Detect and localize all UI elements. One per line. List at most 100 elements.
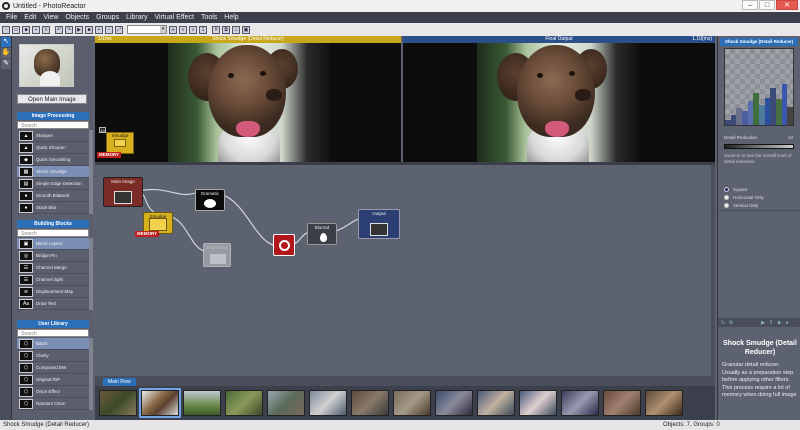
pen-tool-icon[interactable]: ✎ [1,59,11,69]
list-item[interactable]: ▤ Simple Edge Detection [17,178,89,190]
redo-icon[interactable]: ↷ [65,25,73,34]
undo-icon[interactable]: ↶ [55,25,63,34]
group-icon[interactable]: ⧉ [222,25,230,34]
user-library-search[interactable]: Search [17,329,89,337]
pause-icon[interactable]: ‖ [768,320,774,326]
pointer-tool-icon[interactable]: ↖ [1,37,11,47]
list-item[interactable]: ⬡ Batch [17,338,89,350]
image-processing-scrollbar[interactable] [89,130,93,214]
menu-objects[interactable]: Objects [65,14,89,21]
blurred-node[interactable]: Blurred [307,223,337,245]
menu-virtual-effect[interactable]: Virtual Effect [155,14,194,21]
filmstrip-thumb[interactable] [183,390,221,416]
tab-main-flow[interactable]: Main Flow [103,378,136,386]
main-image-thumbnail[interactable] [19,44,74,87]
radio-vertical[interactable]: Vertical Only [724,203,758,208]
list-item[interactable]: ▲ Quick Sharpen [17,142,89,154]
filmstrip-thumb[interactable] [519,390,557,416]
list-item[interactable]: ▲ Sharpen [17,130,89,142]
zoom-out-icon[interactable]: − [105,25,113,34]
filmstrip-thumb[interactable] [309,390,347,416]
list-item[interactable]: ◎ Bridge Pin [17,250,89,262]
flow-graph[interactable]: Main Image Smudge MEMORY Dramatic Bright… [95,162,715,376]
hand-tool-icon[interactable]: ✋ [1,48,11,58]
main-image-node[interactable]: Main Image [103,177,143,207]
pin-icon[interactable]: ⊥ [232,25,240,34]
building-blocks-header[interactable]: Building Blocks [17,220,89,228]
minimize-button[interactable]: – [742,0,758,10]
filmstrip-thumb[interactable] [393,390,431,416]
preview-pane-right[interactable]: Final Output 1.10(ms) [403,36,715,162]
filmstrip-thumb[interactable] [99,390,137,416]
radio-horizontal[interactable]: Horizontal Only [724,195,764,200]
find-next-icon[interactable]: » [179,25,187,34]
refresh-icon[interactable]: ↻ [720,320,726,326]
filmstrip-thumb[interactable] [351,390,389,416]
menu-view[interactable]: View [43,14,58,21]
image-processing-search[interactable]: Search [17,121,89,129]
preview-pane-left[interactable]: 1/1ms Shock Smudge (Detail Reducer) Smud… [95,36,401,162]
filmstrip-thumb[interactable] [267,390,305,416]
zoom-region-icon[interactable]: ⌕ [189,25,197,34]
list-item[interactable]: ▣ Blend Layers [17,238,89,250]
open-main-image-button[interactable]: Open Main Image [17,94,87,104]
list-item[interactable]: ⬡ Random Orton [17,398,89,410]
maximize-button[interactable]: □ [759,0,775,10]
filmstrip-thumb[interactable] [645,390,683,416]
user-library-header[interactable]: User Library [17,320,89,328]
menu-tools[interactable]: Tools [201,14,217,21]
menu-groups[interactable]: Groups [96,14,119,21]
export-icon[interactable]: ⇪ [42,25,50,34]
detail-reduction-slider[interactable] [724,144,794,149]
menu-edit[interactable]: Edit [24,14,36,21]
binoculars-icon[interactable]: ∞ [169,25,177,34]
play-icon[interactable]: ▶ [760,320,766,326]
zoom-select[interactable]: ▾ [127,25,167,34]
graph-scrollbar[interactable] [711,165,715,376]
list-item[interactable]: ⬡ Orton Effect [17,386,89,398]
menu-library[interactable]: Library [126,14,147,21]
screen-icon[interactable]: ▣ [242,25,250,34]
fit-icon[interactable]: ⤢ [115,25,123,34]
image-processing-header[interactable]: Image Processing [17,112,89,120]
preview-smudge-node[interactable]: Smudge [106,132,134,154]
building-blocks-scrollbar[interactable] [89,238,93,310]
building-blocks-search[interactable]: Search [17,229,89,237]
stop-icon[interactable]: ■ [776,320,782,326]
filmstrip-thumb[interactable] [435,390,473,416]
filmstrip-thumb[interactable] [139,388,181,418]
list-item[interactable]: ☰ Channel Merge [17,262,89,274]
settings-icon[interactable]: ⚙ [728,320,734,326]
list-item[interactable]: Aa Draw Text [17,298,89,310]
list-item[interactable]: ● Smooth Bilateral [17,190,89,202]
list-item[interactable]: ⬡ Clarity [17,350,89,362]
new-file-icon[interactable]: ▫ [2,25,10,34]
menu-help[interactable]: Help [224,14,238,21]
save-icon[interactable]: ■ [22,25,30,34]
record-icon[interactable]: ● [784,320,790,326]
list-item[interactable]: ◆ Quick Smoothing [17,154,89,166]
filmstrip-thumb[interactable] [225,390,263,416]
disabled-node[interactable]: Brightness [203,243,231,267]
radio-square[interactable]: Square [724,187,748,192]
menu-file[interactable]: File [6,14,17,21]
open-folder-icon[interactable]: ▭ [12,25,20,34]
zoom-in-icon[interactable]: + [95,25,103,34]
red-filter-node[interactable] [273,234,295,256]
close-button[interactable]: ✕ [776,0,798,10]
stop-icon[interactable]: ■ [85,25,93,34]
output-node[interactable]: Output [358,209,400,239]
list-item[interactable]: ☰ Channel Split [17,274,89,286]
filmstrip-thumb[interactable] [477,390,515,416]
zoom-actual-icon[interactable]: 1 [199,25,207,34]
save-as-icon[interactable]: ▪ [32,25,40,34]
list-item[interactable]: ⬡ Original RIP [17,374,89,386]
filmstrip-thumb[interactable] [561,390,599,416]
list-item[interactable]: ⬡ Composed BW [17,362,89,374]
grid-icon[interactable]: # [212,25,220,34]
run-icon[interactable]: ▶ [75,25,83,34]
list-item[interactable]: ≋ Displacement Map [17,286,89,298]
dramatic-node[interactable]: Dramatic [195,189,225,211]
list-item[interactable]: ● Stack Blur [17,202,89,214]
user-library-scrollbar[interactable] [89,338,93,410]
